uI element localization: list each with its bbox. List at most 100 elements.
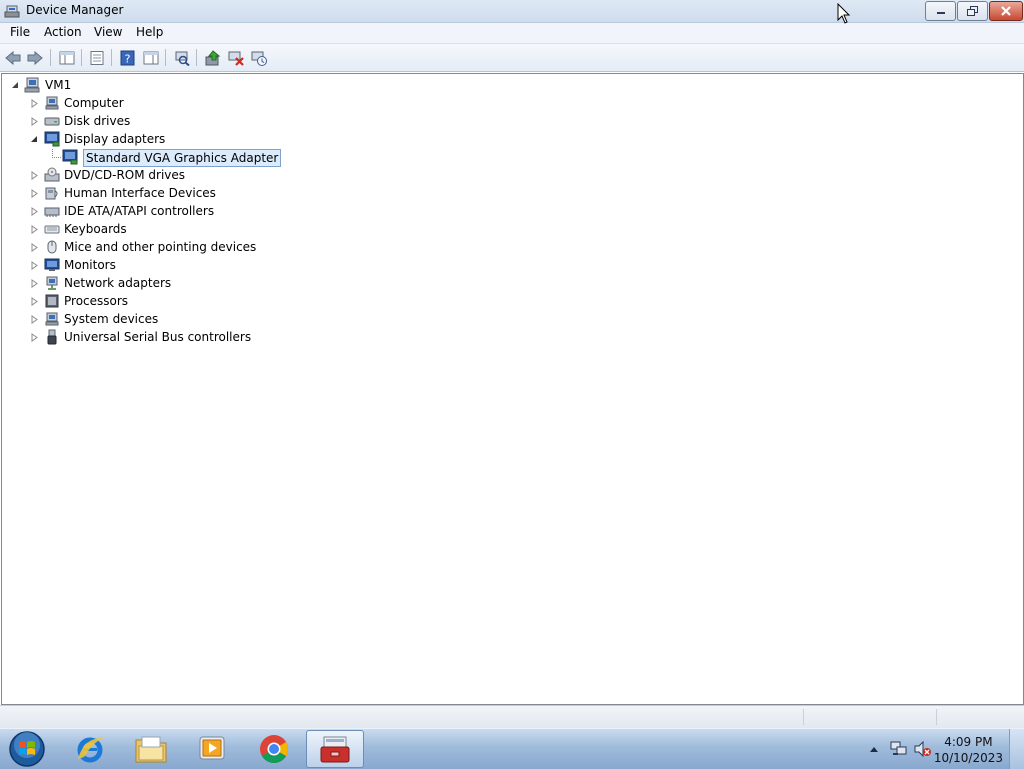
forward-button[interactable] — [25, 48, 45, 67]
start-orb-icon — [9, 731, 45, 767]
toolbar-separator — [111, 49, 112, 66]
restore-button[interactable] — [957, 1, 988, 21]
tree-item-keyboards[interactable]: Keyboards — [64, 221, 127, 237]
taskbar-windows-explorer[interactable] — [122, 730, 180, 768]
windows-explorer-icon — [135, 736, 167, 763]
status-bar — [0, 705, 1024, 728]
media-player-icon — [199, 736, 225, 760]
tree-item-processors[interactable]: Processors — [64, 293, 128, 309]
computer-root-icon — [24, 77, 40, 93]
action-pane-button[interactable] — [141, 48, 161, 67]
status-divider — [803, 709, 804, 725]
toolbar: ? — [0, 44, 1024, 72]
menu-bar: File Action View Help — [0, 23, 1024, 44]
taskbar-chrome[interactable] — [245, 730, 303, 768]
monitor-icon — [44, 258, 60, 271]
internet-explorer-icon — [77, 737, 104, 763]
toolbar-separator — [165, 49, 166, 66]
close-icon — [1001, 6, 1011, 16]
tree-item-network-adapters[interactable]: Network adapters — [64, 275, 171, 291]
tree-item-human-interface-devices[interactable]: Human Interface Devices — [64, 185, 216, 201]
back-button[interactable] — [3, 48, 23, 67]
device-manager-icon — [4, 5, 20, 18]
minimize-icon — [936, 12, 945, 14]
toolbar-separator — [50, 49, 51, 66]
menu-file[interactable]: File — [8, 25, 32, 39]
vga-adapter-icon — [62, 149, 78, 165]
disable-device-button[interactable] — [226, 48, 246, 67]
network-tray-icon[interactable] — [890, 741, 908, 757]
device-tree-pane[interactable]: VM1 Computer Disk drives Display adapters D… — [1, 73, 1024, 705]
expand-arrow-icon[interactable] — [30, 117, 39, 126]
taskbar-media-player[interactable] — [183, 730, 241, 768]
window-title: Device Manager — [26, 3, 124, 17]
expand-arrow-icon[interactable] — [30, 333, 39, 342]
update-driver-button[interactable] — [203, 48, 223, 67]
menu-view[interactable]: View — [92, 25, 124, 39]
expand-arrow-icon[interactable] — [30, 279, 39, 288]
back-icon — [5, 50, 21, 65]
taskbar: 4:09 PM 10/10/2023 — [0, 728, 1024, 769]
toolbar-separator — [196, 49, 197, 66]
keyboard-icon — [44, 225, 60, 234]
mouse-cursor-icon — [837, 3, 851, 24]
minimize-button[interactable] — [925, 1, 956, 21]
collapse-arrow-icon[interactable] — [30, 135, 39, 144]
tray-clock[interactable]: 4:09 PM 10/10/2023 — [934, 734, 1003, 766]
tree-item-standard-vga-graphics-adapter[interactable]: Standard VGA Graphics Adapter — [83, 149, 282, 167]
network-adapter-icon — [46, 276, 58, 290]
show-hidden-icons-icon[interactable] — [869, 745, 879, 753]
tree-item-ide-ata-atapi-controllers[interactable]: IDE ATA/ATAPI controllers — [64, 203, 214, 219]
ide-controller-icon — [44, 207, 60, 217]
device-manager-toolbox-icon — [320, 736, 350, 763]
tree-connector-line — [52, 149, 61, 158]
taskbar-internet-explorer[interactable] — [61, 730, 119, 768]
computer-icon — [45, 96, 59, 110]
tree-item-disk-drives[interactable]: Disk drives — [64, 113, 130, 129]
start-button[interactable] — [0, 730, 54, 768]
menu-help[interactable]: Help — [134, 25, 165, 39]
collapse-arrow-icon[interactable] — [11, 81, 20, 90]
expand-arrow-icon[interactable] — [30, 99, 39, 108]
tree-item-computer[interactable]: Computer — [64, 95, 124, 111]
expand-arrow-icon[interactable] — [30, 243, 39, 252]
tree-item-display-adapters[interactable]: Display adapters — [64, 131, 165, 147]
scan-hardware-button[interactable] — [172, 48, 192, 67]
status-divider — [936, 709, 937, 725]
expand-arrow-icon[interactable] — [30, 189, 39, 198]
tree-item-mice-and-other-pointing-devices[interactable]: Mice and other pointing devices — [64, 239, 256, 255]
expand-arrow-icon[interactable] — [30, 315, 39, 324]
action-pane-icon — [143, 51, 159, 64]
dvd-drive-icon — [44, 167, 60, 182]
tree-item-universal-serial-bus-controllers[interactable]: Universal Serial Bus controllers — [64, 329, 251, 345]
tree-item-dvd-cd-rom-drives[interactable]: DVD/CD-ROM drives — [64, 167, 185, 183]
disk-drive-icon — [44, 117, 60, 126]
show-desktop-button[interactable] — [1009, 729, 1024, 769]
tree-item-system-devices[interactable]: System devices — [64, 311, 158, 327]
tree-item-monitors[interactable]: Monitors — [64, 257, 116, 273]
processor-icon — [45, 294, 59, 308]
expand-arrow-icon[interactable] — [30, 207, 39, 216]
tray-time: 4:09 PM — [944, 735, 993, 749]
properties-icon — [90, 50, 104, 65]
expand-arrow-icon[interactable] — [30, 261, 39, 270]
forward-icon — [27, 50, 43, 65]
show-hide-console-tree-button[interactable] — [57, 48, 77, 67]
expand-arrow-icon[interactable] — [30, 171, 39, 180]
volume-muted-icon[interactable] — [914, 741, 932, 757]
expand-arrow-icon[interactable] — [30, 297, 39, 306]
uninstall-device-icon — [251, 51, 267, 66]
title-bar[interactable]: Device Manager — [0, 0, 1024, 23]
help-button[interactable]: ? — [118, 48, 138, 67]
taskbar-device-manager[interactable] — [306, 730, 364, 768]
show-hide-console-tree-icon — [59, 51, 75, 64]
close-button[interactable] — [989, 1, 1023, 21]
properties-button[interactable] — [87, 48, 107, 67]
system-devices-icon — [45, 312, 59, 326]
menu-action[interactable]: Action — [42, 25, 84, 39]
uninstall-device-button[interactable] — [249, 48, 269, 67]
update-driver-icon — [205, 49, 221, 65]
usb-icon — [47, 329, 57, 345]
tree-root-label[interactable]: VM1 — [45, 77, 71, 93]
expand-arrow-icon[interactable] — [30, 225, 39, 234]
